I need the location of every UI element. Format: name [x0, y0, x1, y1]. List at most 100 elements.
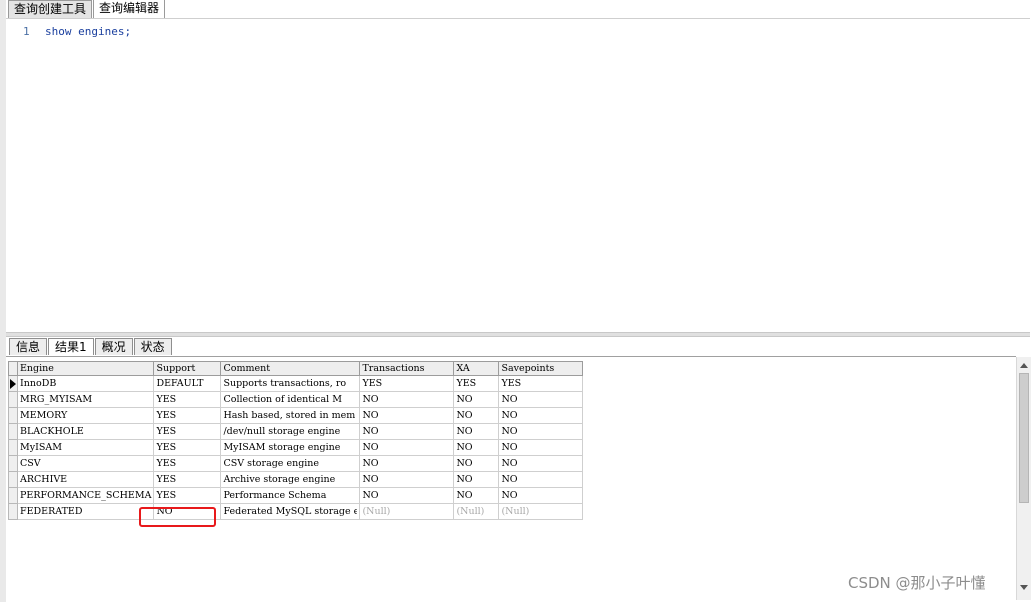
cell-comment-text: MyISAM storage engine [223, 442, 341, 453]
cell-support[interactable]: YES [153, 471, 222, 488]
cell-savepoints[interactable]: NO [498, 407, 584, 424]
cell-support[interactable]: DEFAULT [153, 375, 222, 392]
row-indicator [8, 391, 18, 408]
cell-comment-text: Performance Schema [223, 490, 327, 501]
column-header-transactions[interactable]: Transactions [359, 361, 455, 376]
cell-savepoints[interactable]: NO [498, 455, 584, 472]
results-panel: Engine Support Comment Transactions XA S… [6, 356, 1016, 601]
cell-engine[interactable]: FEDERATED [16, 503, 155, 520]
cell-support[interactable]: YES [153, 423, 222, 440]
cell-savepoints[interactable]: NO [498, 471, 584, 488]
table-row[interactable]: InnoDB DEFAULT Supports transactions, ro… [8, 375, 584, 392]
cell-transactions[interactable]: NO [359, 423, 455, 440]
cell-comment[interactable]: Performance Schema [220, 487, 361, 504]
column-header-comment[interactable]: Comment [220, 361, 361, 376]
cell-comment-text: Federated MySQL storage e [223, 506, 358, 517]
cell-transactions[interactable]: NO [359, 439, 455, 456]
cell-comment-text: CSV storage engine [223, 458, 320, 469]
cell-support[interactable]: YES [153, 487, 222, 504]
cell-comment-text: Supports transactions, ro [223, 378, 347, 389]
table-row[interactable]: MyISAM YES MyISAM storage engine NO NO N… [8, 439, 584, 456]
tab-query-editor[interactable]: 查询编辑器 [93, 0, 166, 18]
column-header-engine[interactable]: Engine [16, 361, 155, 376]
cell-support[interactable]: YES [153, 407, 222, 424]
line-number: 1 [23, 25, 30, 38]
cell-savepoints[interactable]: NO [498, 487, 584, 504]
tab-info[interactable]: 信息 [9, 338, 48, 355]
cell-engine[interactable]: MEMORY [16, 407, 155, 424]
sql-editor[interactable]: 1 show engines; [6, 18, 1030, 332]
cell-transactions[interactable]: NO [359, 455, 455, 472]
cell-transactions[interactable]: NO [359, 471, 455, 488]
cell-comment-text: Collection of identical M [223, 394, 342, 405]
cell-xa[interactable]: (Null) [453, 503, 500, 520]
editor-tabs: 查询创建工具 查询编辑器 [8, 0, 166, 18]
cell-transactions[interactable]: (Null) [359, 503, 455, 520]
cell-comment[interactable]: MyISAM storage engine [220, 439, 361, 456]
cell-comment[interactable]: /dev/null storage engine [220, 423, 361, 440]
cell-savepoints[interactable]: YES [498, 375, 584, 392]
cell-engine[interactable]: ARCHIVE [16, 471, 155, 488]
column-header-support[interactable]: Support [153, 361, 222, 376]
cell-xa[interactable]: NO [453, 423, 500, 440]
cell-comment[interactable]: Supports transactions, ro [220, 375, 361, 392]
table-row[interactable]: BLACKHOLE YES /dev/null storage engine N… [8, 423, 584, 440]
cell-engine[interactable]: MRG_MYISAM [16, 391, 155, 408]
splitter[interactable] [6, 332, 1030, 337]
cell-savepoints[interactable]: NO [498, 423, 584, 440]
table-row[interactable]: PERFORMANCE_SCHEMA YES Performance Schem… [8, 487, 584, 504]
row-indicator [8, 455, 18, 472]
cell-xa[interactable]: NO [453, 439, 500, 456]
scroll-down-icon[interactable] [1020, 585, 1028, 590]
cell-transactions[interactable]: YES [359, 375, 455, 392]
table-row[interactable]: MRG_MYISAM YES Collection of identical M… [8, 391, 584, 408]
cell-comment[interactable]: Collection of identical M [220, 391, 361, 408]
results-grid: Engine Support Comment Transactions XA S… [8, 361, 584, 520]
cell-xa[interactable]: NO [453, 487, 500, 504]
cell-xa[interactable]: NO [453, 407, 500, 424]
column-header-xa[interactable]: XA [453, 361, 500, 376]
cell-comment-text: /dev/null storage engine [223, 426, 341, 437]
cell-xa[interactable]: NO [453, 471, 500, 488]
result-tabs: 信息 结果1 概况 状态 [9, 338, 173, 355]
row-indicator [8, 439, 18, 456]
cell-comment[interactable]: Federated MySQL storage e [220, 503, 361, 520]
tab-profile[interactable]: 概况 [94, 338, 133, 355]
cell-engine[interactable]: MyISAM [16, 439, 155, 456]
table-row[interactable]: ARCHIVE YES Archive storage engine NO NO… [8, 471, 584, 488]
cell-xa[interactable]: NO [453, 391, 500, 408]
cell-savepoints[interactable]: (Null) [498, 503, 584, 520]
cell-savepoints[interactable]: NO [498, 391, 584, 408]
cell-engine[interactable]: PERFORMANCE_SCHEMA [16, 487, 155, 504]
cell-comment[interactable]: CSV storage engine [220, 455, 361, 472]
sql-code[interactable]: show engines; [45, 25, 131, 38]
scroll-thumb[interactable] [1019, 373, 1029, 503]
cell-transactions[interactable]: NO [359, 487, 455, 504]
cell-comment[interactable]: Hash based, stored in mem [220, 407, 361, 424]
cell-transactions[interactable]: NO [359, 391, 455, 408]
cell-xa[interactable]: NO [453, 455, 500, 472]
cell-transactions[interactable]: NO [359, 407, 455, 424]
tab-status[interactable]: 状态 [133, 338, 172, 355]
cell-comment[interactable]: Archive storage engine [220, 471, 361, 488]
cell-support[interactable]: YES [153, 455, 222, 472]
cell-xa[interactable]: YES [453, 375, 500, 392]
current-row-icon [8, 375, 18, 392]
cell-engine[interactable]: BLACKHOLE [16, 423, 155, 440]
scroll-up-icon[interactable] [1020, 363, 1028, 368]
cell-support[interactable]: YES [153, 439, 222, 456]
watermark: CSDN @那小子叶懂 [848, 574, 986, 592]
cell-support[interactable]: YES [153, 391, 222, 408]
table-row[interactable]: FEDERATED NO Federated MySQL storage e (… [8, 503, 584, 520]
row-indicator [8, 471, 18, 488]
row-indicator [8, 503, 18, 520]
tab-result1[interactable]: 结果1 [48, 338, 94, 355]
cell-engine[interactable]: InnoDB [16, 375, 155, 392]
cell-savepoints[interactable]: NO [498, 439, 584, 456]
table-row[interactable]: CSV YES CSV storage engine NO NO NO [8, 455, 584, 472]
cell-engine[interactable]: CSV [16, 455, 155, 472]
column-header-savepoints[interactable]: Savepoints [498, 361, 584, 376]
table-row[interactable]: MEMORY YES Hash based, stored in mem NO … [8, 407, 584, 424]
tab-query-builder[interactable]: 查询创建工具 [8, 0, 93, 18]
vertical-scrollbar[interactable] [1016, 357, 1031, 600]
